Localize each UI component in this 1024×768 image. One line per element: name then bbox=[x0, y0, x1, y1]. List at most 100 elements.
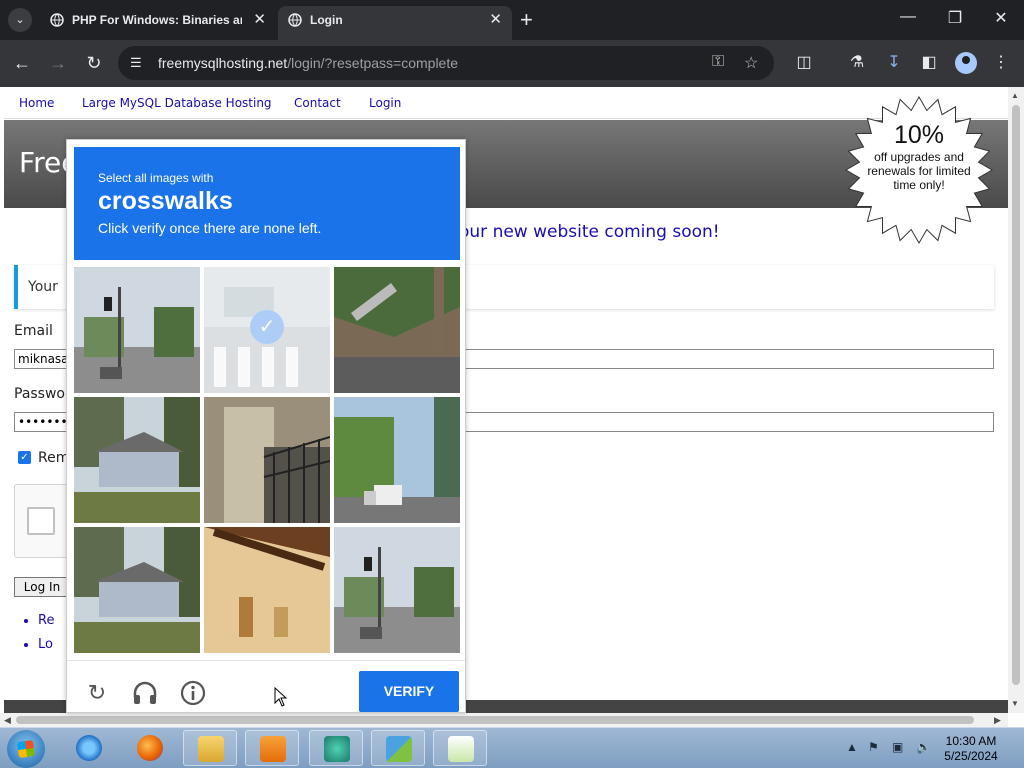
email-label: Email bbox=[14, 323, 53, 339]
captcha-tile-image bbox=[74, 397, 200, 523]
password-label: Passwo bbox=[14, 386, 65, 402]
file-explorer-icon bbox=[198, 736, 224, 762]
url-host: freemysqlhosting.net bbox=[158, 55, 288, 71]
scroll-down-icon[interactable]: ▼ bbox=[1011, 699, 1019, 708]
clock-time: 10:30 AM bbox=[945, 734, 997, 748]
taskbar-app[interactable] bbox=[433, 730, 487, 766]
remember-checkbox[interactable]: ✓ bbox=[18, 451, 31, 464]
globe-favicon-icon bbox=[288, 13, 302, 27]
back-icon[interactable]: ← bbox=[10, 51, 34, 75]
profile-avatar-icon[interactable] bbox=[955, 52, 977, 74]
captcha-tile[interactable] bbox=[204, 527, 330, 653]
scroll-left-icon[interactable]: ◀ bbox=[4, 715, 11, 726]
captcha-tile[interactable] bbox=[74, 527, 200, 653]
scroll-right-icon[interactable]: ▶ bbox=[994, 715, 1001, 726]
menu-kebab-icon[interactable]: ⋮ bbox=[990, 52, 1012, 72]
captcha-tile[interactable] bbox=[334, 267, 460, 393]
audio-icon[interactable] bbox=[131, 679, 159, 707]
new-tab-button[interactable]: + bbox=[520, 6, 533, 34]
nav-hosting-link[interactable]: Large MySQL Database Hosting bbox=[82, 96, 272, 110]
url-path: /login/?resetpass=complete bbox=[287, 55, 459, 71]
labs-flask-icon[interactable]: ⚗ bbox=[846, 52, 868, 72]
captcha-tile[interactable] bbox=[74, 267, 200, 393]
taskbar-app[interactable] bbox=[123, 730, 177, 766]
taskbar-app[interactable] bbox=[309, 730, 363, 766]
promo-text: off upgrades and renewals for limited ti… bbox=[867, 150, 971, 192]
close-tab-icon[interactable]: ✕ bbox=[253, 6, 266, 34]
promo-percent: 10% bbox=[893, 121, 945, 149]
recaptcha-checkbox[interactable] bbox=[27, 507, 55, 535]
close-window-icon[interactable]: ✕ bbox=[986, 8, 1016, 28]
info-icon[interactable] bbox=[179, 679, 207, 707]
captcha-tile[interactable] bbox=[74, 397, 200, 523]
internet-explorer-icon bbox=[76, 735, 102, 761]
horizontal-scrollbar[interactable]: ◀ ▶ bbox=[0, 713, 1008, 727]
side-panel-icon[interactable]: ◧ bbox=[918, 52, 940, 72]
taskbar-app[interactable] bbox=[371, 730, 425, 766]
extensions-icon[interactable]: ◫ bbox=[793, 52, 815, 72]
url-text: freemysqlhosting.net/login/?resetpass=co… bbox=[158, 55, 458, 71]
captcha-instruction: Select all images with bbox=[98, 171, 214, 185]
browser-app-icon bbox=[324, 736, 350, 762]
tile-selected-check-icon: ✓ bbox=[250, 310, 284, 344]
captcha-footer: ↻ VERIFY bbox=[67, 660, 465, 712]
tab-login[interactable]: Login ✕ bbox=[278, 6, 512, 40]
notepad-icon bbox=[448, 736, 474, 762]
verify-button[interactable]: VERIFY bbox=[359, 671, 459, 712]
register-link[interactable]: Re bbox=[38, 613, 54, 628]
media-player-icon bbox=[260, 736, 286, 762]
tab-php-windows[interactable]: PHP For Windows: Binaries and Sources Re… bbox=[40, 6, 276, 40]
horizontal-scroll-thumb[interactable] bbox=[16, 716, 974, 724]
reload-page-icon[interactable]: ↻ bbox=[82, 51, 106, 75]
nav-home-link[interactable]: Home bbox=[19, 96, 54, 110]
mouse-cursor-icon bbox=[274, 687, 288, 707]
notice-text: Your bbox=[28, 279, 58, 295]
promo-badge: 10% off upgrades and renewals for limite… bbox=[844, 95, 994, 245]
captcha-tile-image bbox=[334, 397, 460, 523]
login-button[interactable]: Log In bbox=[14, 577, 70, 597]
firefox-icon bbox=[137, 735, 163, 761]
php-favicon-icon bbox=[50, 13, 64, 27]
remember-label: Rem bbox=[38, 450, 70, 466]
captcha-tile[interactable]: ✓ bbox=[204, 267, 330, 393]
control-panel-icon bbox=[386, 736, 412, 762]
vertical-scrollbar[interactable]: ▲ ▼ bbox=[1008, 87, 1024, 713]
network-icon[interactable]: ▣ bbox=[892, 740, 903, 754]
start-button[interactable] bbox=[7, 730, 45, 768]
clock-date: 5/25/2024 bbox=[944, 749, 998, 763]
password-key-icon[interactable]: ⚿ bbox=[712, 53, 724, 71]
taskbar-app[interactable] bbox=[245, 730, 299, 766]
bookmark-star-icon[interactable]: ☆ bbox=[744, 53, 758, 73]
forward-icon[interactable]: → bbox=[46, 51, 70, 75]
captcha-tile-image bbox=[74, 267, 200, 393]
restore-icon[interactable]: ❐ bbox=[940, 8, 970, 28]
browser-toolbar: ← → ↻ ☰ freemysqlhosting.net/login/?rese… bbox=[0, 40, 1024, 87]
lost-password-link[interactable]: Lo bbox=[38, 637, 54, 652]
scroll-up-icon[interactable]: ▲ bbox=[1011, 91, 1019, 100]
browser-tabstrip: ⌄ PHP For Windows: Binaries and Sources … bbox=[0, 0, 1024, 40]
captcha-tile[interactable] bbox=[204, 397, 330, 523]
address-bar[interactable]: ☰ freemysqlhosting.net/login/?resetpass=… bbox=[118, 46, 774, 80]
volume-muted-icon[interactable]: 🔈 bbox=[916, 740, 931, 754]
tab-search-button[interactable]: ⌄ bbox=[8, 8, 32, 32]
captcha-tile[interactable] bbox=[334, 397, 460, 523]
captcha-challenge: Select all images with crosswalks Click … bbox=[66, 139, 466, 713]
reload-icon[interactable]: ↻ bbox=[83, 679, 111, 707]
captcha-tile-image bbox=[204, 397, 330, 523]
help-links: Re Lo bbox=[38, 613, 54, 661]
download-icon[interactable]: ↧ bbox=[883, 52, 905, 72]
show-hidden-icons-icon[interactable]: ▲ bbox=[846, 740, 858, 754]
nav-contact-link[interactable]: Contact bbox=[294, 96, 341, 110]
action-center-flag-icon[interactable]: ⚑ bbox=[868, 740, 879, 754]
captcha-tile-image bbox=[204, 527, 330, 653]
taskbar-app[interactable] bbox=[62, 730, 116, 766]
site-info-icon[interactable]: ☰ bbox=[130, 55, 142, 71]
minimize-icon[interactable]: — bbox=[893, 8, 923, 26]
captcha-target: crosswalks bbox=[98, 187, 233, 215]
nav-login-link[interactable]: Login bbox=[369, 96, 401, 110]
taskbar-clock[interactable]: 10:30 AM 5/25/2024 bbox=[940, 734, 1002, 764]
vertical-scroll-thumb[interactable] bbox=[1012, 105, 1020, 685]
taskbar-app[interactable] bbox=[183, 730, 237, 766]
captcha-tile[interactable] bbox=[334, 527, 460, 653]
close-tab-icon[interactable]: ✕ bbox=[489, 6, 502, 34]
